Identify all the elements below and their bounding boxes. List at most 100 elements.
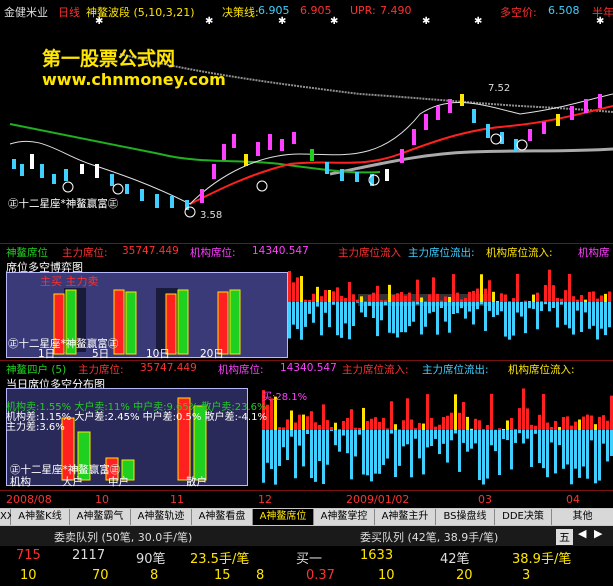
flow-bar-down (352, 302, 355, 327)
flow-bar-up (322, 404, 325, 430)
panel3-inst-in: 机构席位流入: (508, 364, 575, 376)
flow-bar-up (362, 407, 365, 430)
flow-bar-up (352, 294, 355, 302)
flow-bar-up (294, 422, 297, 430)
panel2-flow-out: 主力席位流出: (408, 247, 475, 259)
flow-bar-up (498, 428, 501, 430)
flow-bar-down (524, 302, 527, 334)
flow-bar-up (568, 273, 571, 302)
panel3-name[interactable]: 神鳌四户 (5) (6, 362, 66, 377)
flow-bar-down (410, 430, 413, 478)
panel2-name[interactable]: 神鳌席位 (6, 245, 48, 260)
flow-bar-down (492, 302, 495, 317)
flow-bar-up (508, 301, 511, 302)
flow-bar-down (514, 430, 517, 443)
flow-bar-up (544, 284, 547, 302)
flow-bar-down (326, 430, 329, 465)
flow-bar-down (600, 302, 603, 329)
flow-bar-up (434, 426, 437, 430)
flow-bar-up (370, 418, 373, 430)
tab-kanpan[interactable]: A神鳌看盘 (192, 509, 253, 525)
flow-bar-down (358, 430, 361, 435)
flow-bar-up (422, 423, 425, 430)
flow-bar-up (588, 291, 591, 302)
tab-0[interactable]: XX (0, 509, 14, 525)
flow-bar-down (578, 430, 581, 478)
tab-zhusheng[interactable]: A神鳌主升 (375, 509, 436, 525)
flow-bar-down (558, 430, 561, 446)
flow-bar-up (376, 285, 379, 302)
flow-bar-down (528, 302, 531, 309)
tab-zhangkong[interactable]: A神鳌掌控 (314, 509, 375, 525)
flow-bar-down (294, 430, 297, 479)
flow-bar-up (374, 417, 377, 430)
flow-bar-up (350, 409, 353, 430)
flow-bar-down (382, 430, 385, 465)
flow-bar-up (320, 296, 323, 302)
flow-bar-up (392, 295, 395, 302)
tab-five[interactable]: 五 (556, 529, 573, 545)
flow-bar-down (608, 302, 611, 328)
flow-bar-down (562, 430, 565, 469)
q2-2: 8 (150, 568, 159, 583)
tab-kline[interactable]: A神鳌K线 (11, 509, 70, 525)
flow-bar-down (344, 302, 347, 324)
sell-bi: 90笔 (136, 552, 166, 567)
tab-xiwei[interactable]: A神鳌席位 (253, 509, 314, 525)
prev-icon[interactable]: ◀ (578, 527, 586, 540)
flow-bar-down (372, 302, 375, 319)
flow-bar-up (310, 411, 313, 430)
buy-bi: 42笔 (440, 552, 470, 567)
flow-bar-down (398, 430, 401, 466)
flow-bar-up (576, 299, 579, 302)
flow-bar-down (554, 430, 557, 474)
buy-queue-label[interactable]: 委买队列 (42笔, 38.9手/笔) (360, 529, 498, 545)
flow-bar-down (512, 302, 515, 336)
flow-bar-down (428, 302, 431, 314)
buy-count: 1633 (360, 548, 394, 563)
tab-baqi[interactable]: A神鳌霸气 (70, 509, 131, 525)
bucket-mid: 中户 (108, 476, 129, 488)
flow-bar-down (588, 302, 591, 329)
date-axis: 2008/08 10 11 12 2009/01/02 03 04 (0, 490, 613, 509)
flow-bar-up (538, 414, 541, 430)
bucket-inst: 机构 (10, 476, 31, 488)
flow-bar-up (426, 394, 429, 430)
flow-bar-up (302, 414, 305, 430)
flow-bar-down (478, 430, 481, 481)
flow-bar-up (356, 299, 359, 302)
flow-bar-up (596, 298, 599, 302)
sell-count: 715 (16, 548, 41, 563)
flow-bar-up (514, 428, 517, 430)
flow-bar-up (536, 292, 539, 302)
flow-bar-up (420, 297, 423, 302)
flow-bar-down (432, 302, 435, 312)
flow-bar-down (354, 430, 357, 457)
panel2-main-label: 主力席位: (62, 247, 108, 259)
flow-bar-down (364, 302, 367, 317)
next-icon[interactable]: ▶ (594, 527, 602, 540)
panel3-inst-label: 机构席位: (218, 364, 264, 376)
flow-bar-down (426, 430, 429, 448)
flow-bar-up (358, 427, 361, 430)
tab-dde[interactable]: DDE决策 (495, 509, 552, 525)
flow-bar-down (474, 430, 477, 444)
flow-bar-up (504, 294, 507, 302)
flow-bar-down (552, 302, 555, 309)
flow-bar-up (406, 398, 409, 430)
tab-other[interactable]: 其他 (552, 509, 613, 525)
flow-bar-down (318, 430, 321, 461)
flow-bar-down (504, 302, 507, 337)
flow-bar-down (296, 302, 299, 329)
sell-queue-label[interactable]: 委卖队列 (50笔, 30.0手/笔) (54, 529, 192, 545)
flow-bar-down (506, 430, 509, 441)
flow-bar-up (438, 424, 441, 430)
tab-guiji[interactable]: A神鳌轨迹 (131, 509, 192, 525)
flow-bar-up (542, 393, 545, 430)
tab-bs[interactable]: BS操盘线 (436, 509, 495, 525)
flow-bar-up (436, 293, 439, 302)
flow-bar-down (438, 430, 441, 455)
flow-bar-up (526, 408, 529, 430)
flow-bar-up (292, 282, 295, 302)
flow-bar-down (292, 302, 295, 325)
